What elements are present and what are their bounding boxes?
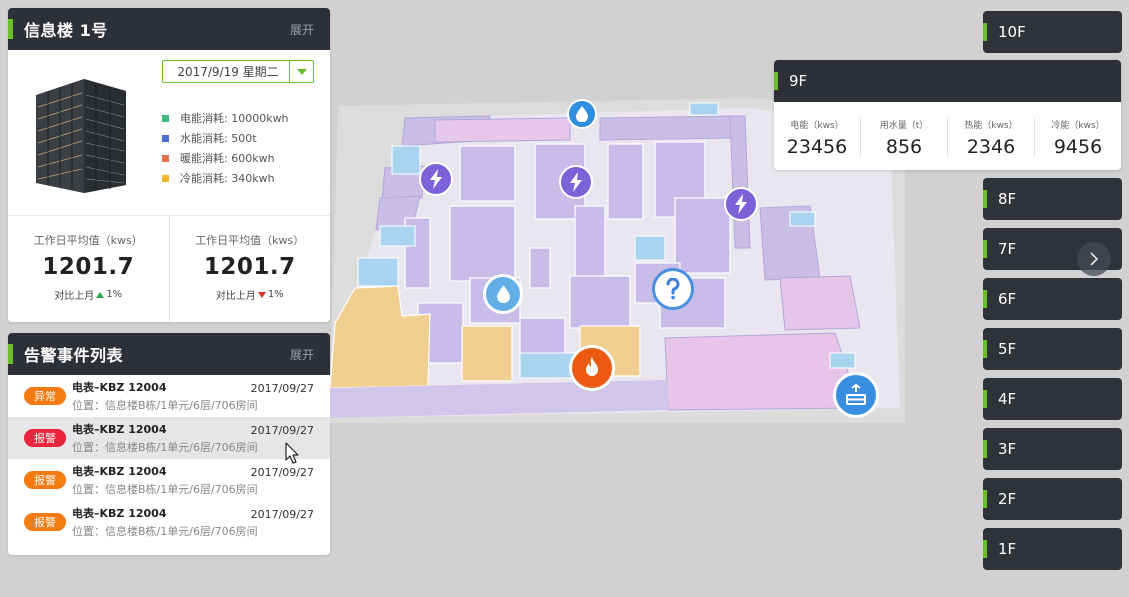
metric-label: 用水量（t） [879,121,929,131]
trend-down-icon [257,291,266,298]
floor-button-3f[interactable]: 3F [983,428,1122,470]
alarm-list-header: 告警事件列表 展开 [8,333,330,375]
lightning-icon[interactable] [724,187,758,221]
floor-label: 1F [998,540,1017,558]
stat-compare: 对比上月 1% [8,287,169,302]
chevron-down-icon[interactable] [289,61,313,82]
energy-legend: 电能消耗: 10000kwh 水能消耗: 500t 暖能消耗: 600kwh 冷… [162,108,289,188]
floor-button-10f[interactable]: 10F [983,11,1122,53]
water-drop-icon[interactable] [567,99,597,129]
legend-label: 水能消耗: 500t [180,132,257,145]
floor-metric-heat: 热能（kws） 2346 [947,118,1034,158]
stat-compare-pct: 1% [106,289,123,300]
date-value: 2017/9/19 星期二 [177,65,279,79]
stat-compare-label: 对比上月 [54,291,95,302]
floor-label: 7F [998,240,1017,258]
metric-value: 23456 [786,136,848,158]
stat-label: 工作日平均值（kws） [195,234,305,247]
legend-item-heating: 暖能消耗: 600kwh [162,148,289,168]
legend-item-cooling: 冷能消耗: 340kwh [162,168,289,188]
alarm-item[interactable]: 报警 电表–KBZ 12004 位置：信息楼B栋/1单元/6层/706房间 20… [8,417,330,459]
alarm-list-title: 告警事件列表 [24,346,124,365]
question-mark-icon[interactable] [652,268,694,310]
alarm-date: 2017/09/27 [250,466,314,479]
building-title: 信息楼 1号 [24,21,108,40]
legend-label: 暖能消耗: 600kwh [180,152,275,165]
alarm-item[interactable]: 报警 电表–KBZ 12004 位置：信息楼B栋/1单元/6层/706房间 20… [8,459,330,501]
stat-workday-average-1: 工作日平均值（kws） 1201.7 对比上月 1% [8,216,169,322]
legend-swatch [162,174,169,182]
metric-label: 冷能（kws） [1051,121,1105,131]
building-expand-link[interactable]: 展开 [290,21,314,38]
legend-swatch [162,154,169,162]
floor-metric-electric: 电能（kws） 23456 [774,118,860,158]
stat-label: 工作日平均值（kws） [33,234,143,247]
floor-button-1f[interactable]: 1F [983,528,1122,570]
elevator-icon[interactable] [833,372,879,418]
chevron-right-icon[interactable] [1077,242,1111,276]
building-card-header: 信息楼 1号 展开 [8,8,330,50]
floor-label: 4F [998,390,1017,408]
alarm-date: 2017/09/27 [250,508,314,521]
floor-label: 5F [998,340,1017,358]
metric-value: 9456 [1053,136,1103,158]
stat-compare: 对比上月 1% [170,287,331,302]
legend-item-water: 水能消耗: 500t [162,128,289,148]
alarm-badge: 异常 [24,387,66,405]
alarm-badge: 报警 [24,429,66,447]
date-picker[interactable]: 2017/9/19 星期二 [162,60,314,83]
floor-panel-header[interactable]: 9F [774,60,1121,102]
alarm-item[interactable]: 异常 电表–KBZ 12004 位置：信息楼B栋/1单元/6层/706房间 20… [8,375,330,417]
alarm-location: 位置：信息楼B栋/1单元/6层/706房间 [72,441,258,454]
floor-button-4f[interactable]: 4F [983,378,1122,420]
building-info-card: 信息楼 1号 展开 2017/9/19 星期二 电能消耗: 10000kwh 水… [8,8,330,322]
building-image [36,79,126,193]
floor-label: 10F [998,23,1026,41]
metric-value: 856 [885,136,923,158]
alarm-expand-link[interactable]: 展开 [290,346,314,363]
stat-compare-pct: 1% [267,289,284,300]
alarm-item[interactable]: 报警 电表–KBZ 12004 位置：信息楼B栋/1单元/6层/706房间 20… [8,501,330,543]
floor-panel-9f[interactable]: 9F 电能（kws） 23456 用水量（t） 856 热能（kws） 2346… [774,60,1121,170]
lightning-icon[interactable] [559,165,593,199]
trend-up-icon [96,291,105,298]
alarm-list-card: 告警事件列表 展开 异常 电表–KBZ 12004 位置：信息楼B栋/1单元/6… [8,333,330,555]
alarm-location: 位置：信息楼B栋/1单元/6层/706房间 [72,483,258,496]
legend-item-electric: 电能消耗: 10000kwh [162,108,289,128]
floor-metric-cooling: 冷能（kws） 9456 [1034,118,1121,158]
floor-label: 3F [998,440,1017,458]
alarm-date: 2017/09/27 [250,424,314,437]
floor-button-6f[interactable]: 6F [983,278,1122,320]
alarm-badge: 报警 [24,513,66,531]
alarm-date: 2017/09/27 [250,382,314,395]
floor-label: 8F [998,190,1017,208]
floor-button-8f[interactable]: 8F [983,178,1122,220]
stat-workday-average-2: 工作日平均值（kws） 1201.7 对比上月 1% [168,216,331,322]
metric-value: 2346 [966,136,1016,158]
floor-label: 9F [789,72,808,90]
legend-label: 电能消耗: 10000kwh [180,112,289,125]
lightning-icon[interactable] [419,162,453,196]
alarm-location: 位置：信息楼B栋/1单元/6层/706房间 [72,525,258,538]
alarm-location: 位置：信息楼B栋/1单元/6层/706房间 [72,399,258,412]
stat-compare-label: 对比上月 [215,291,256,302]
mouse-cursor-icon [285,442,299,464]
floor-button-2f[interactable]: 2F [983,478,1122,520]
floor-label: 6F [998,290,1017,308]
stat-value: 1201.7 [42,254,135,280]
metric-label: 电能（kws） [790,121,844,131]
water-drop-icon[interactable] [483,274,523,314]
floor-label: 2F [998,490,1017,508]
legend-label: 冷能消耗: 340kwh [180,172,275,185]
floor-button-5f[interactable]: 5F [983,328,1122,370]
floor-metric-water: 用水量（t） 856 [860,118,947,158]
legend-swatch [162,134,169,142]
stat-value: 1201.7 [203,254,296,280]
alarm-badge: 报警 [24,471,66,489]
fire-icon[interactable] [569,345,615,391]
legend-swatch [162,114,169,122]
metric-label: 热能（kws） [964,121,1018,131]
